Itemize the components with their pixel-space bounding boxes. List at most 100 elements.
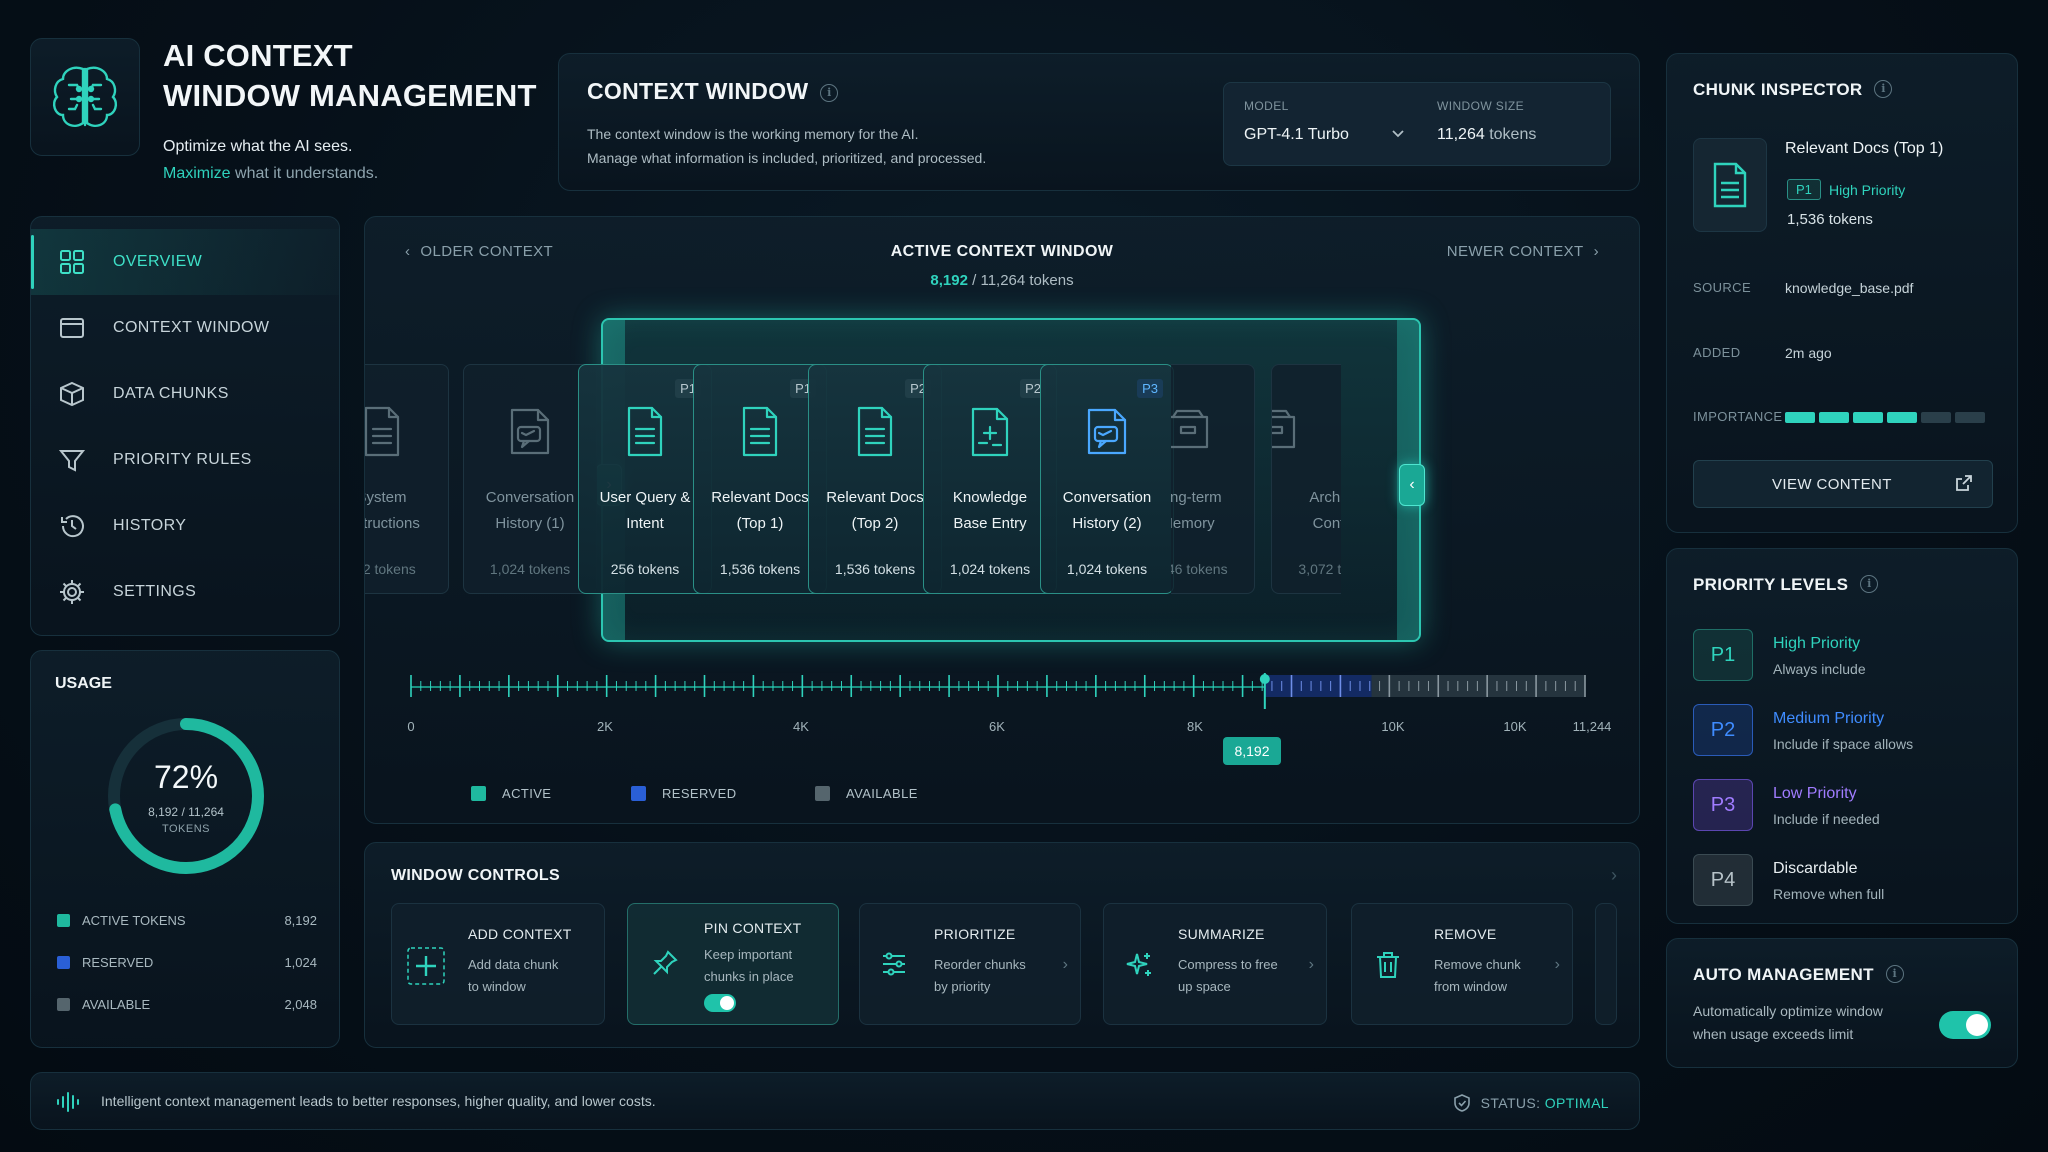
usage-unit: TOKENS [161,823,211,835]
axis-tick-label: 10K [1381,719,1405,734]
chunk-name: Relevant Docs (Top 1) [711,489,809,532]
chunk-icon-wrap [809,405,941,461]
usage-panel: USAGE 72% 8,192 / 11,264 TOKENS ACTIVE T… [30,650,340,1048]
priority-name: Medium Priority [1773,710,1885,727]
chunk-card-archived-context[interactable]: ArchivedContext 3,072 tokens [1271,364,1341,594]
importance-segment [1887,412,1917,423]
auto-management-toggle[interactable] [1939,1011,1991,1039]
pin-context-button[interactable]: PIN CONTEXT Keep important chunks in plac… [627,903,839,1025]
external-link-icon [1956,475,1972,491]
brand-title: AI CONTEXT WINDOW MANAGEMENT [163,38,537,113]
token-timeline[interactable] [401,665,1605,709]
timeline-legend-reserved: RESERVED [631,786,736,801]
timeline-reserved-segment [1264,675,1372,697]
nav-item-context-window[interactable]: CONTEXT WINDOW [31,295,339,361]
priority-name: Low Priority [1773,785,1857,802]
document-icon [1713,162,1747,208]
chunk-icon-wrap [694,405,826,461]
chunk-inspector-panel: CHUNK INSPECTOR i Relevant Docs (Top 1) P… [1666,53,2018,533]
info-icon[interactable]: i [1874,80,1893,98]
importance-segment [1955,412,1985,423]
control-desc: Remove chunk from window [1434,957,1521,994]
shield-check-icon [1453,1094,1470,1112]
priority-code-badge: P4 [1693,854,1753,906]
gear-icon [60,580,84,604]
chunk-name: Relevant Docs (Top 2) [826,489,924,532]
nav-item-settings[interactable]: SETTINGS [31,559,339,625]
chunk-tokens: 1,024 tokens [489,561,571,577]
nav-item-history[interactable]: HISTORY [31,493,339,559]
timeline-legend-available: AVAILABLE [815,786,918,801]
priority-level-p4[interactable]: P4 Discardable Remove when full [1693,854,2003,908]
summarize-button[interactable]: SUMMARIZE Compress to free up space › [1103,903,1327,1025]
history-icon [61,515,84,538]
chevron-right-icon: › [1062,956,1068,973]
control-desc: Keep important chunks in place [704,947,794,984]
status-indicator: STATUS: OPTIMAL [1453,1093,1609,1113]
priority-desc: Include if needed [1773,811,1880,827]
chunk-card-user-query-intent[interactable]: P1 User Query & Intent 256 tokens [578,364,712,594]
footer-message: Intelligent context management leads to … [101,1093,656,1109]
added-value: 2m ago [1785,345,1832,361]
chunk-icon-wrap [1041,405,1173,461]
chunk-tokens: 1,024 tokens [949,561,1031,577]
axis-tick-label: 0 [407,719,415,734]
window-resize-handle-right[interactable]: ‹ [1399,464,1425,506]
priority-level-p3[interactable]: P3 Low Priority Include if needed [1693,779,2003,833]
priority-level-p2[interactable]: P2 Medium Priority Include if space allows [1693,704,2003,758]
nav-label: CONTEXT WINDOW [113,319,270,336]
remove-button[interactable]: REMOVE Remove chunk from window › [1351,903,1573,1025]
info-icon[interactable]: i [1860,575,1879,593]
info-icon[interactable]: i [1885,965,1904,983]
auto-management-panel: AUTO MANAGEMENT i Automatically optimize … [1666,938,2018,1068]
prioritize-button[interactable]: PRIORITIZE Reorder chunks by priority › [859,903,1081,1025]
added-label: ADDED [1693,345,1741,360]
control-title: REMOVE [1434,926,1497,942]
filter-icon [58,450,86,472]
chevron-right-icon: › [1308,956,1314,973]
chunk-card-knowledge-base-entry[interactable]: P2 Knowledge Base Entry 1,024 tokens [923,364,1057,594]
sidebar-nav: OVERVIEW CONTEXT WINDOW DATA CHUNKS PRIO… [30,216,340,636]
chunk-card-relevant-docs-top-2[interactable]: P2 Relevant Docs (Top 2) 1,536 tokens [808,364,942,594]
priority-badge: P1 [1787,179,1821,200]
control-title: SUMMARIZE [1178,926,1265,942]
pin-context-toggle[interactable] [704,994,736,1012]
brand-tagline: Optimize what the AI sees. [163,138,353,155]
document-icon [627,406,663,457]
active-window-count: 8,192 / 11,264 tokens [930,272,1074,289]
chevron-right-icon[interactable]: › [1611,865,1617,886]
nav-item-overview[interactable]: OVERVIEW [31,229,339,295]
priority-level-p1[interactable]: P1 High Priority Always include [1693,629,2003,683]
chunk-tokens: 256 tokens [610,561,680,577]
chunk-card-conversation-history-1[interactable]: Conversation History (1) 1,024 tokens [463,364,597,594]
priority-code-badge: P2 [1693,704,1753,756]
chunk-name: User Query & Intent [599,489,691,532]
chunk-tokens: 1,024 tokens [1066,561,1148,577]
view-content-button[interactable]: VIEW CONTENT [1693,460,1993,508]
timeline-marker-label: 8,192 [1223,737,1281,765]
chunk-card-relevant-docs-top-1[interactable]: P1 Relevant Docs (Top 1) 1,536 tokens [693,364,827,594]
chunk-tokens: 2,046 tokens [1171,561,1228,577]
nav-item-priority-rules[interactable]: PRIORITY RULES [31,427,339,493]
active-window-title: ACTIVE CONTEXT WINDOW [890,243,1114,260]
chunk-card-system-instructions[interactable]: SystemInstructions 512 tokens [365,364,449,594]
add-context-button[interactable]: ADD CONTEXT Add data chunk to window [391,903,605,1025]
usage-legend-available: AVAILABLE 2,048 [57,997,317,1012]
more-controls-button[interactable] [1595,903,1617,1025]
chunk-card-conversation-history-2[interactable]: P3 Conversation History (2) 1,024 tokens [1040,364,1174,594]
importance-meter [1785,412,1985,423]
usage-percent: 72% [153,759,219,795]
info-icon[interactable]: i [820,84,839,102]
nav-item-data-chunks[interactable]: DATA CHUNKS [31,361,339,427]
control-title: PRIORITIZE [934,926,1016,942]
chunk-tokens: 1,536 tokens [834,561,916,577]
legend-label: ACTIVE TOKENS [82,913,186,928]
priority-name: High Priority [1773,635,1861,652]
model-select[interactable]: GPT-4.1 Turbo [1244,126,1405,144]
importance-label: IMPORTANCE [1693,409,1783,424]
chunk-card-long-term-memory[interactable]: Long-termMemory 2,046 tokens [1171,364,1255,594]
control-desc: Compress to free up space [1178,957,1278,994]
sliders-icon [883,952,905,976]
timeline-marker-handle[interactable] [1259,674,1270,684]
archive-box-icon [1171,409,1208,449]
